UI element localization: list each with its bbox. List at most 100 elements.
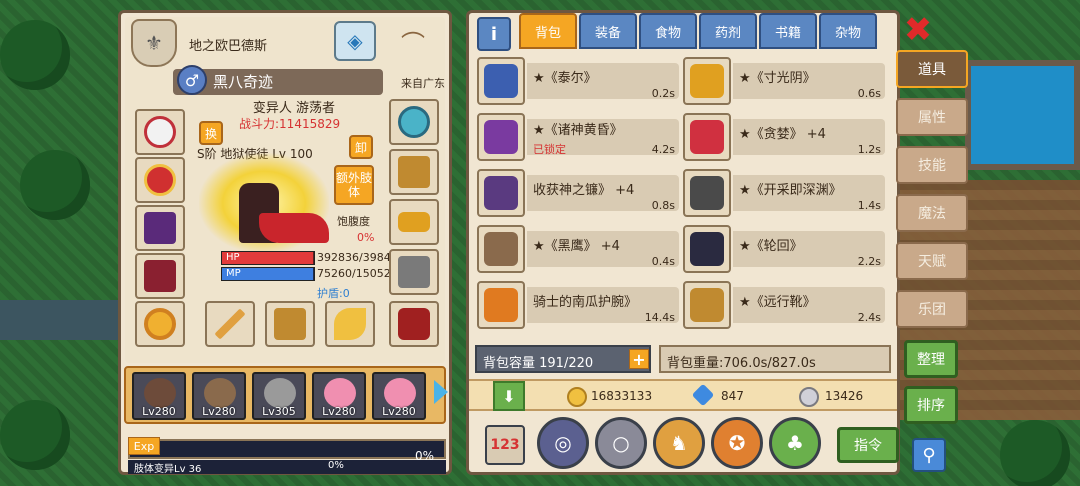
portal-icon[interactable]: ◎	[537, 417, 589, 469]
command-button[interactable]: 指令	[837, 427, 899, 463]
item-icon	[477, 57, 525, 105]
exp-bar: 0%	[128, 439, 446, 463]
item-icon	[683, 169, 731, 217]
armor-equip-slot[interactable]	[135, 253, 185, 299]
hero-portrait-icon	[204, 378, 236, 408]
side-tab-magic[interactable]: 魔法	[896, 194, 968, 232]
gauntlet-equip-slot[interactable]	[389, 249, 439, 295]
tab-food[interactable]: 食物	[639, 13, 697, 49]
hero-card[interactable]: Lv305	[252, 372, 306, 420]
sort-number-button[interactable]: 123	[485, 425, 525, 465]
wings-equip-slot[interactable]	[135, 205, 185, 251]
extra-limb-button[interactable]: 额外肢体	[334, 165, 374, 205]
background-tree	[20, 150, 90, 220]
inventory-item[interactable]: ★《诸神黄昏》 已锁定 4.2s	[477, 113, 681, 161]
exp-tag: Exp	[128, 437, 160, 455]
belt-equip-slot[interactable]	[389, 199, 439, 245]
item-name: ★《远行靴》	[739, 295, 816, 310]
gauntlet-icon	[398, 256, 430, 288]
close-icon[interactable]: ✖	[900, 10, 936, 50]
staff-equip-slot[interactable]	[205, 301, 255, 347]
inventory-item[interactable]: ★《黑鹰》 +4 0.4s	[477, 225, 681, 273]
ring-equip-slot[interactable]	[135, 301, 185, 347]
horse-icon[interactable]: ♞	[653, 417, 705, 469]
relic-icon	[398, 308, 430, 340]
player-name: 黑八奇迹	[213, 73, 274, 91]
swap-button[interactable]: 换	[199, 121, 223, 145]
pumpkin-icon	[484, 288, 518, 322]
limb-mutation-percent: 0%	[328, 460, 344, 471]
hp-value: 392836/3984	[317, 251, 391, 264]
bow-equip-slot[interactable]	[325, 301, 375, 347]
side-tab-band[interactable]: 乐团	[896, 290, 968, 328]
inventory-item[interactable]: 收获神之镰》 +4 0.8s	[477, 169, 681, 217]
item-weight: 0.4s	[651, 255, 675, 268]
hunger-label: 饱腹度	[337, 215, 370, 228]
item-name: ★《开采即深渊》	[739, 183, 842, 198]
magnifier-icon[interactable]: ○	[595, 417, 647, 469]
hero-card[interactable]: Lv280	[132, 372, 186, 420]
armor-icon	[144, 260, 176, 292]
side-tab-skills[interactable]: 技能	[896, 146, 968, 184]
dark-wings-icon	[144, 212, 176, 244]
unequip-button[interactable]: 卸	[349, 135, 373, 159]
download-icon[interactable]: ⬇	[493, 381, 525, 411]
tree-icon[interactable]: ♣	[769, 417, 821, 469]
hammer-icon	[484, 232, 518, 266]
necklace-equip-slot[interactable]	[135, 157, 185, 203]
inventory-item[interactable]: ★《远行靴》 2.4s	[683, 281, 887, 329]
background-pool	[965, 60, 1080, 170]
item-icon	[683, 225, 731, 273]
hero-card[interactable]: Lv280	[372, 372, 426, 420]
inventory-item[interactable]: 骑士的南瓜护腕》 14.4s	[477, 281, 681, 329]
hero-card[interactable]: Lv280	[192, 372, 246, 420]
shoulder-equip-slot[interactable]	[389, 149, 439, 195]
tab-equipment[interactable]: 装备	[579, 13, 637, 49]
item-weight: 0.2s	[651, 87, 675, 100]
helmet-icon	[484, 64, 518, 98]
hero-card[interactable]: Lv280	[312, 372, 366, 420]
emblem-equip-slot[interactable]	[389, 99, 439, 145]
region-label: 来自广东	[401, 77, 445, 90]
sort-button[interactable]: 排序	[904, 386, 958, 424]
item-row: ★《黑鹰》 +4 0.4s ★《轮回》 2.2s	[477, 225, 889, 275]
hero-scroll-right-icon[interactable]	[434, 380, 448, 404]
relic-equip-slot[interactable]	[389, 301, 439, 347]
inventory-item[interactable]: ★《轮回》 2.2s	[683, 225, 887, 273]
side-tab-attributes[interactable]: 属性	[896, 98, 968, 136]
inventory-item[interactable]: ★《寸光阴》 0.6s	[683, 57, 887, 105]
side-tab-items[interactable]: 道具	[896, 50, 968, 88]
item-weight: 2.2s	[857, 255, 881, 268]
backpack-weight: 背包重量:706.0s/827.0s	[659, 345, 891, 373]
character-sprite	[199, 153, 329, 263]
tab-misc[interactable]: 杂物	[819, 13, 877, 49]
tab-backpack[interactable]: 背包	[519, 13, 577, 49]
item-row: 收获神之镰》 +4 0.8s ★《开采即深渊》 1.4s	[477, 169, 889, 219]
hunger-value: 0%	[357, 231, 375, 244]
inventory-item[interactable]: ★《泰尔》 0.2s	[477, 57, 681, 105]
scythe-icon	[484, 176, 518, 210]
inventory-tabs: 背包 装备 食物 药剂 书籍 杂物	[519, 13, 877, 51]
crystal-emblem-icon	[398, 106, 430, 138]
summon-altar-icon[interactable]: ◈	[334, 21, 376, 61]
item-icon	[477, 113, 525, 161]
pickaxe-icon	[690, 176, 724, 210]
hanger-icon[interactable]: ⌒	[383, 21, 443, 61]
crossbow-equip-slot[interactable]	[265, 301, 315, 347]
info-icon[interactable]: i	[477, 17, 511, 51]
expand-capacity-button[interactable]: +	[629, 349, 649, 369]
guild-emblem-icon[interactable]: ⚜	[131, 19, 177, 67]
hp-bar: HP	[221, 251, 315, 265]
inventory-item[interactable]: ★《贪婪》 +4 1.2s	[683, 113, 887, 161]
tab-potion[interactable]: 药剂	[699, 13, 757, 49]
headphones-equip-slot[interactable]	[135, 109, 185, 155]
search-icon[interactable]: ⚲	[912, 438, 946, 472]
side-tab-talent[interactable]: 天赋	[896, 242, 968, 280]
organize-button[interactable]: 整理	[904, 340, 958, 378]
chick-icon[interactable]: ✪	[711, 417, 763, 469]
tab-books[interactable]: 书籍	[759, 13, 817, 49]
inventory-item[interactable]: ★《开采即深渊》 1.4s	[683, 169, 887, 217]
hero-portrait-icon	[384, 378, 416, 408]
background-tree	[0, 400, 70, 470]
exp-section: 0% Exp 肢体变异Lv 36 0%	[124, 433, 446, 475]
